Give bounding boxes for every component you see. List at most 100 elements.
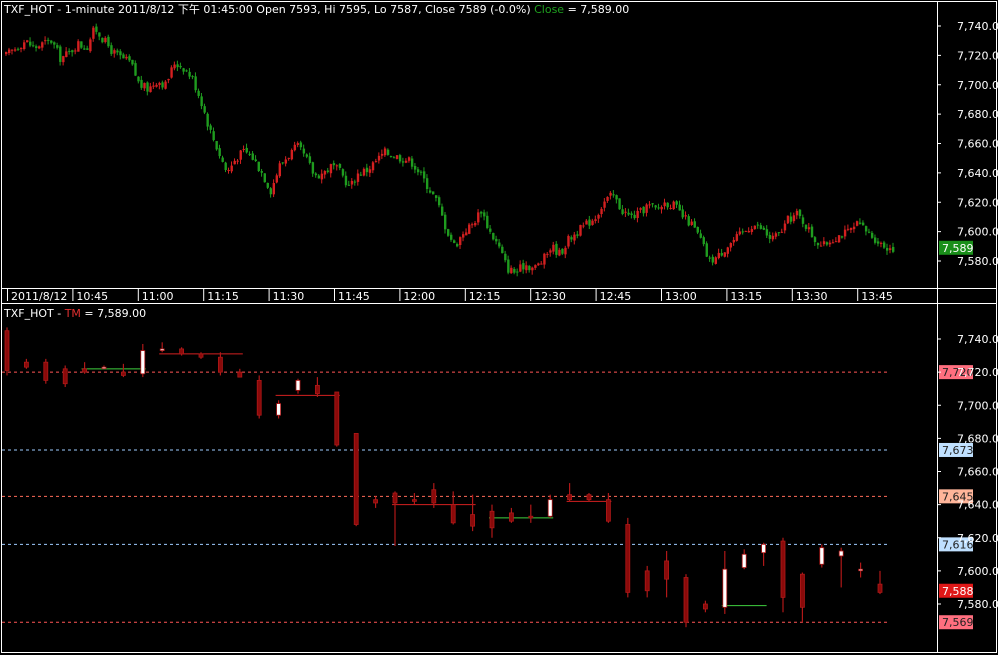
price-candle[interactable] bbox=[561, 248, 564, 256]
price-candle[interactable] bbox=[696, 226, 699, 235]
price-candle[interactable] bbox=[699, 229, 702, 239]
price-candle[interactable] bbox=[179, 62, 182, 69]
price-candle[interactable] bbox=[287, 157, 291, 161]
tm-candle[interactable] bbox=[761, 542, 766, 566]
price-candle[interactable] bbox=[798, 209, 802, 219]
price-candle[interactable] bbox=[627, 208, 630, 216]
price-candle[interactable] bbox=[182, 67, 185, 75]
price-candle[interactable] bbox=[780, 228, 784, 234]
tm-candle[interactable] bbox=[411, 493, 417, 505]
price-candle[interactable] bbox=[759, 222, 763, 230]
price-candle[interactable] bbox=[456, 242, 459, 248]
price-candle[interactable] bbox=[609, 191, 612, 200]
price-candle[interactable] bbox=[101, 37, 104, 44]
price-candle[interactable] bbox=[86, 45, 89, 51]
price-candle[interactable] bbox=[146, 81, 149, 96]
price-candle[interactable] bbox=[242, 145, 245, 153]
price-candle[interactable] bbox=[654, 204, 657, 210]
price-candle[interactable] bbox=[254, 155, 257, 162]
price-candle[interactable] bbox=[465, 228, 468, 236]
price-candle[interactable] bbox=[311, 161, 315, 177]
price-candle[interactable] bbox=[519, 260, 522, 273]
price-candle[interactable] bbox=[29, 37, 32, 48]
price-candle[interactable] bbox=[398, 153, 402, 164]
price-candle[interactable] bbox=[422, 167, 426, 183]
price-candle[interactable] bbox=[125, 54, 128, 60]
price-candle[interactable] bbox=[107, 34, 110, 48]
price-candle[interactable] bbox=[567, 234, 570, 249]
price-candle[interactable] bbox=[741, 228, 745, 235]
price-candle[interactable] bbox=[371, 161, 375, 174]
price-candle[interactable] bbox=[167, 78, 170, 84]
tm-candle[interactable] bbox=[586, 493, 592, 502]
price-candle[interactable] bbox=[20, 47, 23, 53]
price-candle[interactable] bbox=[326, 167, 330, 174]
price-candle[interactable] bbox=[38, 45, 41, 50]
price-candle[interactable] bbox=[639, 207, 642, 213]
price-candle[interactable] bbox=[723, 252, 727, 258]
tm-candle[interactable] bbox=[780, 537, 786, 613]
tm-candle[interactable] bbox=[101, 365, 107, 370]
price-candle[interactable] bbox=[642, 206, 645, 217]
price-candle[interactable] bbox=[416, 166, 420, 176]
price-candle[interactable] bbox=[110, 42, 113, 56]
price-candle[interactable] bbox=[47, 37, 50, 45]
price-candle[interactable] bbox=[251, 151, 254, 161]
price-candle[interactable] bbox=[669, 204, 672, 210]
price-candle[interactable] bbox=[323, 170, 327, 179]
price-candle[interactable] bbox=[278, 160, 282, 178]
price-candle[interactable] bbox=[726, 246, 730, 258]
tm-candle[interactable] bbox=[683, 574, 689, 628]
price-candle[interactable] bbox=[77, 39, 80, 52]
price-candle[interactable] bbox=[714, 256, 717, 265]
price-candle[interactable] bbox=[600, 206, 603, 218]
price-candle[interactable] bbox=[191, 75, 194, 80]
price-candle[interactable] bbox=[410, 155, 414, 170]
tm-candle[interactable] bbox=[256, 375, 262, 419]
price-candle[interactable] bbox=[522, 259, 525, 274]
tm-candle[interactable] bbox=[373, 496, 379, 508]
price-candle[interactable] bbox=[708, 255, 711, 262]
price-candle[interactable] bbox=[546, 252, 549, 258]
price-candle[interactable] bbox=[158, 81, 161, 90]
price-candle[interactable] bbox=[531, 266, 534, 275]
price-candle[interactable] bbox=[203, 103, 206, 115]
price-candle[interactable] bbox=[206, 112, 209, 131]
price-candle[interactable] bbox=[428, 187, 432, 194]
tm-candle[interactable] bbox=[470, 494, 476, 532]
price-candle[interactable] bbox=[819, 241, 823, 247]
price-candle[interactable] bbox=[71, 49, 74, 57]
price-candle[interactable] bbox=[633, 210, 636, 220]
tm-candle[interactable] bbox=[43, 358, 49, 384]
price-candle[interactable] bbox=[65, 47, 68, 58]
price-candle[interactable] bbox=[119, 49, 122, 60]
price-candle[interactable] bbox=[606, 196, 609, 203]
price-candle[interactable] bbox=[582, 222, 585, 229]
price-candle[interactable] bbox=[320, 169, 324, 184]
price-candle[interactable] bbox=[858, 218, 862, 225]
price-candle[interactable] bbox=[227, 167, 230, 174]
price-candle[interactable] bbox=[765, 225, 769, 239]
price-candle[interactable] bbox=[684, 211, 687, 220]
tm-candle[interactable] bbox=[664, 551, 669, 598]
price-candle[interactable] bbox=[446, 228, 450, 237]
price-candle[interactable] bbox=[170, 65, 173, 79]
price-candle[interactable] bbox=[26, 39, 29, 43]
price-candle[interactable] bbox=[413, 163, 417, 174]
price-candle[interactable] bbox=[786, 215, 790, 225]
tm-candle[interactable] bbox=[121, 363, 126, 378]
price-candle[interactable] bbox=[576, 230, 579, 239]
tm-candle[interactable] bbox=[722, 551, 728, 614]
price-candle[interactable] bbox=[690, 219, 693, 226]
price-candle[interactable] bbox=[293, 141, 297, 152]
price-candle[interactable] bbox=[540, 261, 543, 265]
tm-candle[interactable] bbox=[606, 493, 611, 523]
price-candle[interactable] bbox=[813, 235, 817, 246]
price-candle[interactable] bbox=[443, 211, 447, 234]
price-candle[interactable] bbox=[248, 151, 251, 156]
price-candle[interactable] bbox=[585, 218, 588, 225]
price-candle[interactable] bbox=[762, 225, 766, 231]
price-candle[interactable] bbox=[729, 242, 733, 252]
price-candle[interactable] bbox=[459, 236, 462, 249]
price-candle[interactable] bbox=[510, 265, 513, 274]
